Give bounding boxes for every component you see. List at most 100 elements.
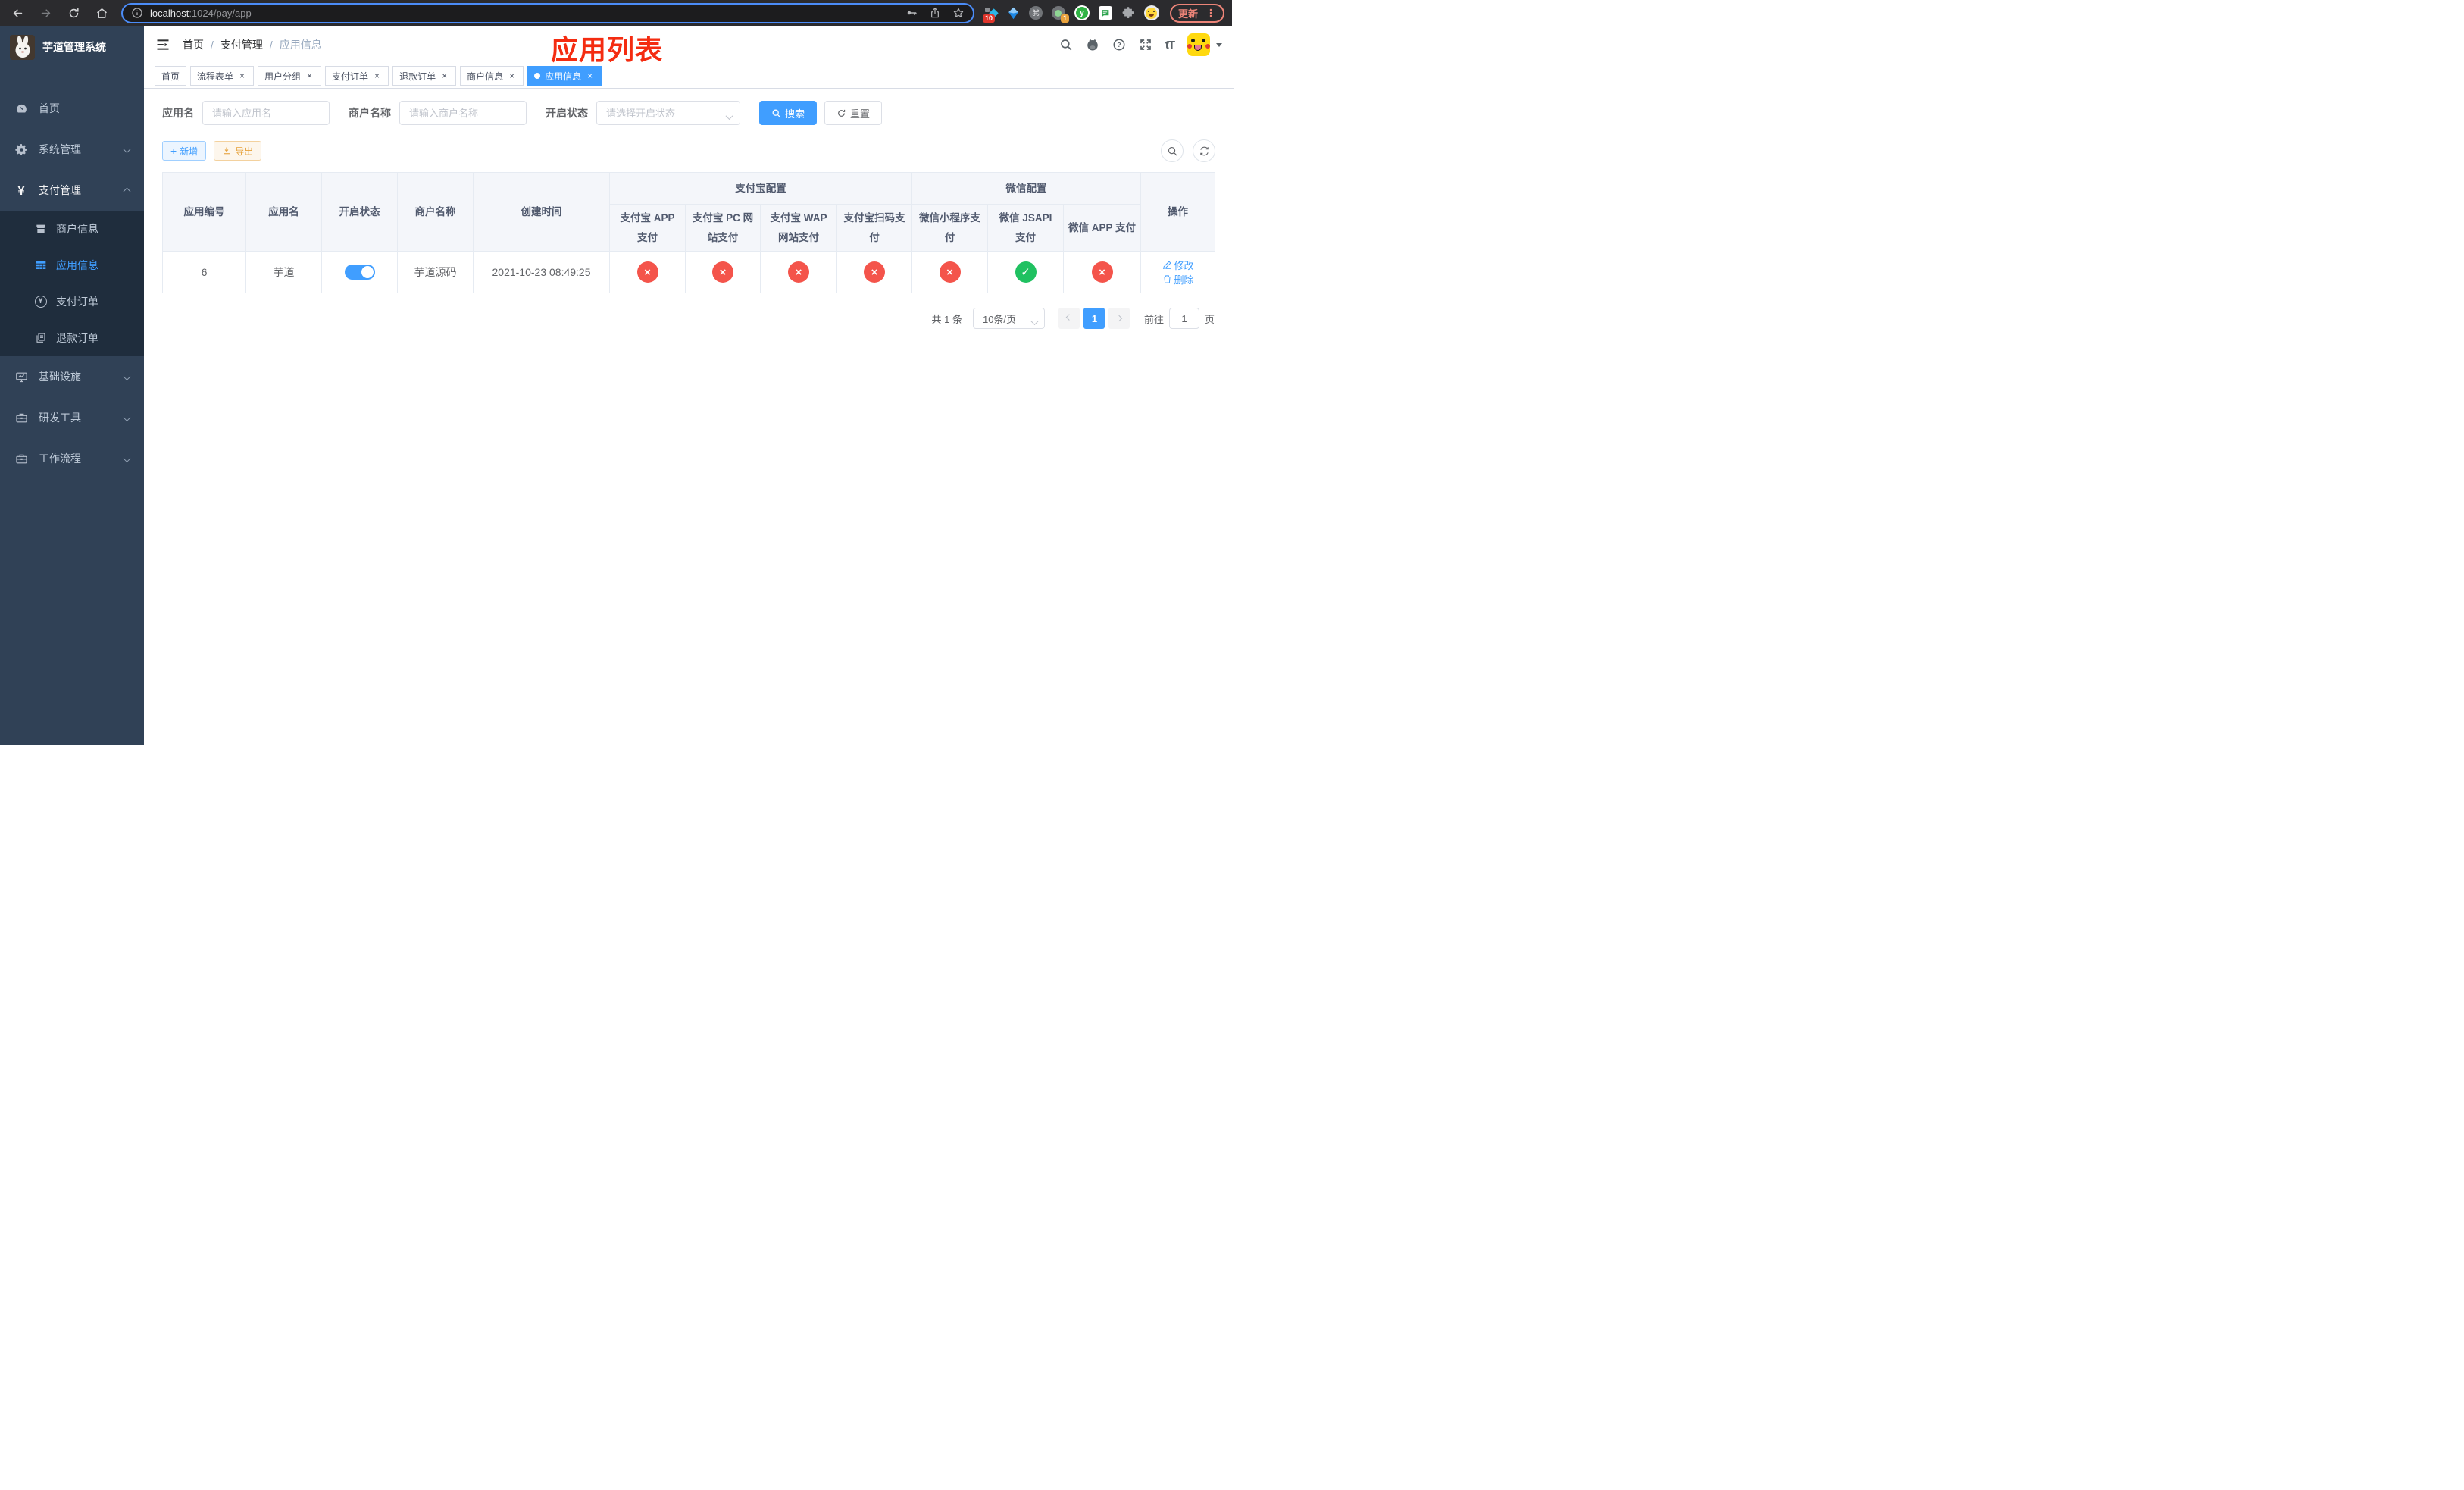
- tab-app-info-active[interactable]: 应用信息 ×: [527, 66, 602, 86]
- extensions-puzzle-icon[interactable]: [1121, 6, 1135, 20]
- col-group-wechat: 微信配置: [911, 172, 1142, 205]
- close-icon[interactable]: ×: [237, 71, 247, 81]
- next-page-button[interactable]: [1108, 308, 1130, 329]
- extension-kite-icon[interactable]: [1007, 7, 1020, 20]
- show-search-toggle-button[interactable]: [1161, 139, 1184, 162]
- extension-y-icon[interactable]: y: [1074, 5, 1090, 20]
- edit-link[interactable]: 修改: [1162, 258, 1194, 272]
- github-icon[interactable]: [1086, 38, 1099, 52]
- profile-avatar-icon[interactable]: [1143, 5, 1159, 20]
- merchant-name-label: 商户名称: [349, 107, 391, 119]
- refresh-table-button[interactable]: [1193, 139, 1216, 162]
- sidebar-collapse-icon[interactable]: [155, 37, 170, 52]
- tab-merchant-info[interactable]: 商户信息 ×: [460, 66, 524, 86]
- sidebar-item-home[interactable]: 首页: [0, 88, 144, 129]
- sidebar-item-dev-tools[interactable]: 研发工具: [0, 397, 144, 438]
- goto-label: 前往: [1143, 313, 1164, 325]
- app-title: 芋道管理系统: [42, 41, 106, 53]
- browser-update-button[interactable]: 更新 ⋮: [1169, 3, 1224, 23]
- tab-user-group[interactable]: 用户分组 ×: [258, 66, 322, 86]
- extension-blocks-icon[interactable]: 10: [982, 7, 999, 23]
- close-icon[interactable]: ×: [305, 71, 314, 81]
- close-icon[interactable]: ×: [585, 71, 595, 81]
- briefcase-icon: [14, 452, 28, 465]
- bookmark-star-icon[interactable]: [952, 7, 965, 19]
- page-size-select[interactable]: 10条/页: [972, 308, 1045, 329]
- table-toolbar: + 新增 导出: [162, 139, 1216, 162]
- search-form: 应用名 商户名称 开启状态 搜索: [162, 101, 1215, 125]
- breadcrumb: 首页 / 支付管理 / 应用信息: [183, 37, 322, 52]
- export-button[interactable]: 导出: [214, 141, 262, 161]
- close-icon[interactable]: ×: [372, 71, 382, 81]
- browser-menu-icon[interactable]: ⋮: [1205, 7, 1216, 20]
- sidebar-item-refund-orders[interactable]: 退款订单: [0, 320, 144, 356]
- extension-badge: 10: [982, 14, 995, 23]
- active-dot: [534, 73, 541, 79]
- toolbox-icon: [14, 412, 28, 424]
- cell-status: [321, 251, 398, 293]
- site-info-icon[interactable]: [131, 7, 143, 19]
- font-size-icon[interactable]: tT: [1165, 39, 1175, 52]
- extension-command-icon[interactable]: ⌘: [1028, 6, 1043, 20]
- current-page[interactable]: 1: [1083, 308, 1105, 329]
- col-header-merchant: 商户名称: [397, 172, 474, 252]
- sidebar-item-app-info[interactable]: 应用信息: [0, 247, 144, 283]
- sidebar-item-merchant-info[interactable]: 商户信息: [0, 211, 144, 247]
- breadcrumb-current: 应用信息: [279, 39, 322, 51]
- app-name-input[interactable]: [202, 101, 330, 125]
- extension-green-dot-icon[interactable]: 1: [1051, 6, 1069, 23]
- share-icon[interactable]: [929, 7, 941, 19]
- breadcrumb-home[interactable]: 首页: [183, 37, 204, 52]
- close-icon[interactable]: ×: [507, 71, 517, 81]
- app-logo[interactable]: 芋道管理系统: [0, 26, 144, 68]
- chevron-down-icon: [123, 371, 131, 383]
- help-icon[interactable]: ?: [1112, 38, 1126, 52]
- tab-pay-orders[interactable]: 支付订单 ×: [325, 66, 389, 86]
- address-bar[interactable]: localhost:1024/pay/app: [121, 2, 974, 23]
- user-menu-caret-icon[interactable]: [1216, 42, 1223, 47]
- search-button[interactable]: 搜索: [759, 101, 818, 125]
- cell-app-name: 芋道: [245, 251, 322, 293]
- sidebar-item-system[interactable]: 系统管理: [0, 129, 144, 170]
- merchant-name-input[interactable]: [399, 101, 527, 125]
- cell-alipay-wap: ×: [760, 251, 837, 293]
- browser-home-icon[interactable]: [92, 3, 111, 23]
- goto-unit: 页: [1204, 313, 1215, 325]
- prev-page-button[interactable]: [1058, 308, 1080, 329]
- browser-reload-icon[interactable]: [64, 3, 83, 23]
- close-icon[interactable]: ×: [439, 71, 449, 81]
- sidebar-item-workflow[interactable]: 工作流程: [0, 438, 144, 479]
- goto-page-input[interactable]: [1168, 308, 1199, 329]
- reset-button[interactable]: 重置: [824, 101, 883, 125]
- browser-forward-icon[interactable]: [36, 3, 55, 23]
- breadcrumb-section[interactable]: 支付管理: [220, 37, 263, 52]
- password-key-icon[interactable]: [905, 7, 918, 19]
- header-search-icon[interactable]: [1059, 38, 1073, 52]
- sidebar-item-pay-orders[interactable]: ¥ 支付订单: [0, 283, 144, 320]
- col-header-status: 开启状态: [321, 172, 398, 252]
- tab-process-form[interactable]: 流程表单 ×: [190, 66, 255, 86]
- sidebar-item-infrastructure[interactable]: 基础设施: [0, 356, 144, 397]
- yen-icon: ¥: [17, 183, 25, 198]
- cell-alipay-app: ×: [609, 251, 686, 293]
- sidebar: 芋道管理系统 首页 系统管理 ¥ 支付管理 商户信息 应用信息 ¥ 支付订单 退…: [0, 26, 144, 745]
- browser-back-icon[interactable]: [8, 3, 27, 23]
- add-button[interactable]: + 新增: [162, 141, 207, 161]
- user-avatar[interactable]: [1187, 33, 1211, 56]
- status-toggle[interactable]: [344, 265, 375, 280]
- col-header-wx-lite: 微信小程序支付: [911, 204, 988, 252]
- col-header-alipay-app: 支付宝 APP 支付: [609, 204, 686, 252]
- tab-refund-orders[interactable]: 退款订单 ×: [392, 66, 457, 86]
- status-select[interactable]: [596, 101, 740, 125]
- sidebar-item-payment[interactable]: ¥ 支付管理: [0, 170, 144, 211]
- col-header-actions: 操作: [1140, 172, 1216, 252]
- delete-link[interactable]: 删除: [1162, 272, 1194, 286]
- cell-alipay-pc: ×: [685, 251, 761, 293]
- pagination: 共 1 条 10条/页 1 前往 页: [162, 308, 1215, 329]
- tab-home[interactable]: 首页: [155, 66, 187, 86]
- col-header-wx-jsapi: 微信 JSAPI 支付: [987, 204, 1064, 252]
- chevron-down-icon: [1030, 316, 1039, 327]
- top-navbar: 首页 / 支付管理 / 应用信息 ? tT: [144, 26, 1234, 64]
- extension-chat-icon[interactable]: [1098, 6, 1112, 20]
- fullscreen-icon[interactable]: [1139, 38, 1152, 52]
